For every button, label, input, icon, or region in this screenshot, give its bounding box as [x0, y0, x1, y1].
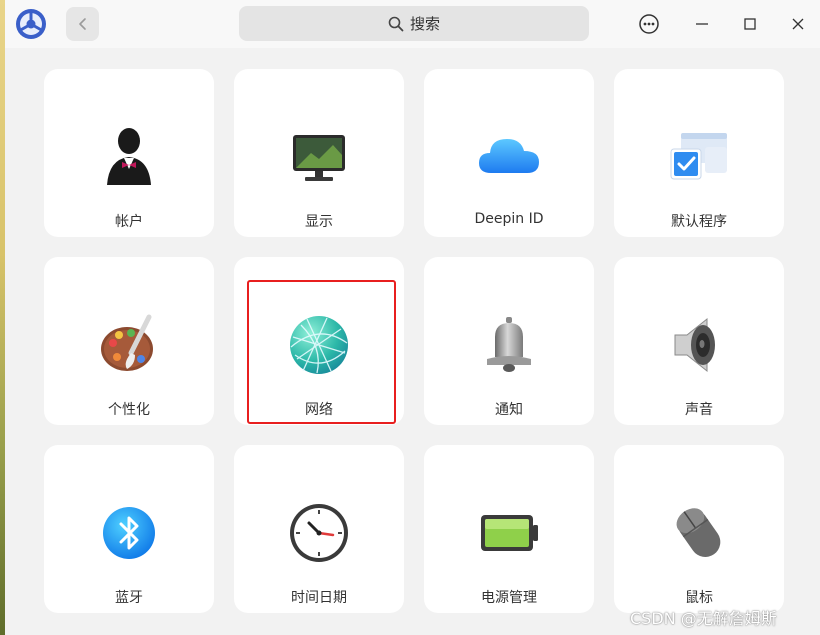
more-options-icon	[639, 14, 659, 34]
tile-personalization[interactable]: 个性化	[44, 257, 214, 425]
tile-label: 个性化	[108, 402, 150, 418]
tile-notifications[interactable]: 通知	[424, 257, 594, 425]
tile-label: 电源管理	[481, 590, 537, 606]
close-button[interactable]	[782, 8, 814, 40]
cloud-icon	[477, 125, 541, 189]
tile-power[interactable]: 电源管理	[424, 445, 594, 613]
tile-label: 帐户	[115, 214, 143, 230]
tile-datetime[interactable]: 时间日期	[234, 445, 404, 613]
tile-label: 蓝牙	[115, 590, 143, 606]
clock-icon	[287, 501, 351, 565]
menu-button[interactable]	[633, 8, 665, 40]
battery-icon	[477, 501, 541, 565]
tile-label: 显示	[305, 214, 333, 230]
minimize-icon	[696, 23, 708, 25]
title-bar: 搜索	[5, 0, 820, 48]
module-grid: 帐户 显示 Deepin ID 默认程序 个性化 网络 通知 声音 蓝牙 时间日…	[5, 48, 820, 635]
maximize-icon	[744, 18, 756, 30]
palette-icon	[97, 313, 161, 377]
tile-default-apps[interactable]: 默认程序	[614, 69, 784, 237]
close-icon	[792, 18, 804, 30]
speaker-icon	[667, 313, 731, 377]
selection-highlight	[247, 280, 396, 424]
back-button[interactable]	[66, 7, 99, 41]
tile-bluetooth[interactable]: 蓝牙	[44, 445, 214, 613]
mouse-icon	[667, 501, 731, 565]
control-center-logo-icon	[15, 8, 47, 40]
search-input[interactable]: 搜索	[239, 6, 589, 41]
tile-label: 声音	[685, 402, 713, 418]
tile-mouse[interactable]: 鼠标	[614, 445, 784, 613]
search-icon	[388, 16, 404, 31]
tile-accounts[interactable]: 帐户	[44, 69, 214, 237]
tile-label: 鼠标	[685, 590, 713, 606]
bell-icon	[477, 313, 541, 377]
bluetooth-icon	[97, 501, 161, 565]
search-placeholder: 搜索	[409, 15, 440, 33]
chevron-left-icon	[78, 18, 86, 30]
tile-label: 时间日期	[291, 590, 347, 606]
maximize-button[interactable]	[734, 8, 766, 40]
minimize-button[interactable]	[686, 8, 718, 40]
tile-display[interactable]: 显示	[234, 69, 404, 237]
tile-label: 默认程序	[671, 214, 727, 230]
tile-label: 通知	[495, 402, 523, 418]
tile-deepin-id[interactable]: Deepin ID	[424, 69, 594, 237]
user-avatar-icon	[97, 125, 161, 189]
tile-label: Deepin ID	[474, 211, 544, 227]
default-apps-icon	[667, 125, 731, 189]
tile-sound[interactable]: 声音	[614, 257, 784, 425]
watermark: CSDN @无解詹姆斯	[630, 609, 777, 628]
monitor-icon	[287, 125, 351, 189]
